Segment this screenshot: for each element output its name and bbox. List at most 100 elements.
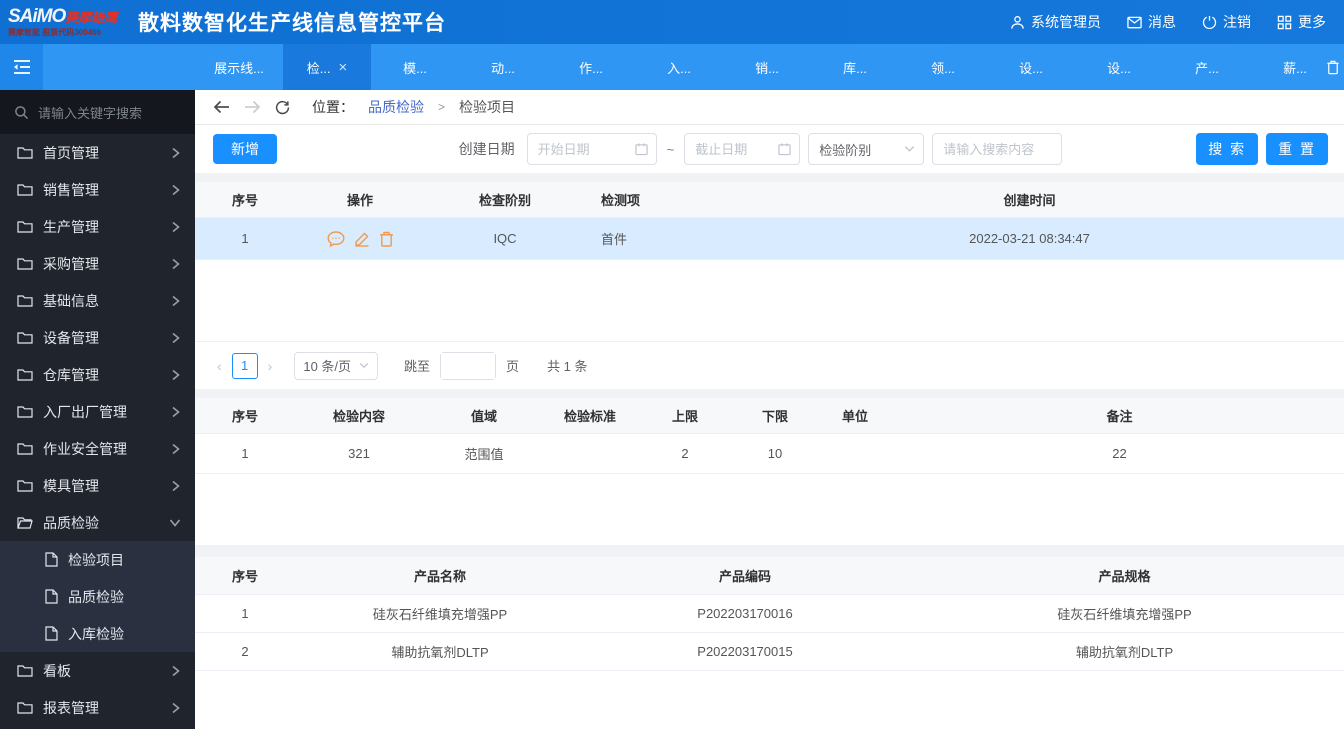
submenu-item-inspection-items[interactable]: 检验项目: [0, 541, 195, 578]
chevron-right-icon: [172, 295, 180, 306]
chevron-right-icon: [172, 406, 180, 417]
prev-page-button[interactable]: ‹: [217, 358, 222, 374]
col-remark: 备注: [895, 397, 1344, 434]
chevron-right-icon: [172, 258, 180, 269]
table-header-row: 序号 检验内容 值域 检验标准 上限 下限 单位 备注: [195, 397, 1344, 434]
add-button[interactable]: 新增: [213, 134, 277, 164]
sidebar-item-mold[interactable]: 模具管理: [0, 467, 195, 504]
tab-item[interactable]: 设...: [1075, 44, 1163, 90]
tab-item[interactable]: 作...: [547, 44, 635, 90]
sidebar-item-quality-inspection[interactable]: 品质检验: [0, 504, 195, 541]
page-size-select[interactable]: 10 条/页: [294, 351, 379, 380]
reset-button[interactable]: 重 置: [1266, 133, 1328, 165]
col-seq: 序号: [195, 181, 295, 218]
back-button[interactable]: [213, 100, 230, 114]
folder-icon: [17, 665, 33, 677]
folder-icon: [17, 702, 33, 714]
create-date-label: 创建日期: [458, 141, 515, 157]
sidebar-search[interactable]: 请输入关键字搜索: [0, 90, 195, 134]
sidebar-item-basic-info[interactable]: 基础信息: [0, 282, 195, 319]
cell-unit: [815, 433, 895, 474]
sidebar-item-purchase[interactable]: 采购管理: [0, 245, 195, 282]
cell-content: 321: [295, 433, 423, 474]
detail-comment-icon[interactable]: [326, 230, 345, 247]
tab-item[interactable]: 展示线...: [195, 44, 283, 90]
cell-seq: 1: [195, 433, 295, 474]
table-row[interactable]: 2 辅助抗氧剂DLTP P202203170015 辅助抗氧剂DLTP: [195, 632, 1344, 671]
refresh-icon: [275, 100, 290, 114]
tab-item[interactable]: 动...: [459, 44, 547, 90]
chevron-right-icon: [172, 332, 180, 343]
breadcrumb-separator: >: [438, 100, 446, 114]
messages-button[interactable]: 消息: [1127, 12, 1176, 32]
table-row[interactable]: 1 硅灰石纤维填充增强PP P202203170016 硅灰石纤维填充增强PP: [195, 594, 1344, 633]
sidebar-item-work-safety[interactable]: 作业安全管理: [0, 430, 195, 467]
tab-item[interactable]: 销...: [723, 44, 811, 90]
more-button[interactable]: 更多: [1277, 12, 1326, 32]
inspection-stage-select[interactable]: 检验阶别: [808, 133, 925, 165]
breadcrumb-parent-link[interactable]: 品质检验: [368, 97, 424, 117]
collapse-sidebar-button[interactable]: [0, 44, 43, 90]
tab-close-icon[interactable]: ×: [339, 60, 348, 75]
sidebar-item-production[interactable]: 生产管理: [0, 208, 195, 245]
filter-toolbar: 新增 创建日期 ~ 检验阶别: [195, 125, 1344, 173]
col-item: 检测项: [585, 181, 715, 218]
tab-item[interactable]: 库...: [811, 44, 899, 90]
products-table: 序号 产品名称 产品编码 产品规格 1 硅灰石纤维填充增强PP P2022031…: [195, 556, 1344, 671]
edit-icon[interactable]: [354, 231, 370, 247]
sidebar-item-sales[interactable]: 销售管理: [0, 171, 195, 208]
sidebar-item-equipment[interactable]: 设备管理: [0, 319, 195, 356]
close-all-tabs-button[interactable]: [1326, 44, 1340, 90]
sidebar-item-home[interactable]: 首页管理: [0, 134, 195, 171]
table-header-row: 序号 产品名称 产品编码 产品规格: [195, 556, 1344, 595]
forward-button[interactable]: [244, 100, 261, 114]
cell-product-name: 辅助抗氧剂DLTP: [295, 632, 585, 671]
next-page-button[interactable]: ›: [268, 358, 273, 374]
start-date-input[interactable]: [527, 134, 656, 164]
col-range-type: 值域: [423, 397, 545, 434]
cell-actions: [295, 217, 425, 260]
submenu-item-warehousing-inspection[interactable]: 入库检验: [0, 615, 195, 652]
sidebar-search-placeholder: 请输入关键字搜索: [38, 105, 143, 121]
logout-button[interactable]: 注销: [1202, 12, 1251, 32]
chevron-right-icon: [172, 221, 180, 232]
tab-item[interactable]: 领...: [899, 44, 987, 90]
sidebar-item-warehouse[interactable]: 仓库管理: [0, 356, 195, 393]
page-number-button[interactable]: 1: [231, 352, 258, 379]
sidebar-item-reports[interactable]: 报表管理: [0, 689, 195, 726]
tab-item[interactable]: 设...: [987, 44, 1075, 90]
keyword-search-input[interactable]: [933, 134, 1062, 164]
user-menu[interactable]: 系统管理员: [1010, 12, 1101, 32]
chevron-right-icon: [172, 480, 180, 491]
col-content: 检验内容: [295, 397, 423, 434]
jump-page-input[interactable]: [441, 352, 496, 379]
search-button[interactable]: 搜 索: [1196, 133, 1259, 165]
tab-item-active[interactable]: 检... ×: [283, 44, 371, 90]
mail-icon: [1127, 16, 1142, 28]
cell-seq: 1: [195, 217, 295, 260]
main-content: 位置： 品质检验 > 检验项目 新增 创建日期 ~: [195, 90, 1344, 729]
jump-page-field: [440, 351, 497, 380]
tab-item[interactable]: 入...: [635, 44, 723, 90]
sidebar: 请输入关键字搜索 首页管理 销售管理 生产管理 采购管理 基础信息 设备管理 仓…: [0, 90, 195, 729]
col-product-spec: 产品规格: [905, 556, 1344, 595]
cell-product-code: P202203170016: [585, 594, 905, 633]
file-icon: [45, 589, 58, 604]
tab-item[interactable]: 产...: [1163, 44, 1251, 90]
table-row[interactable]: 1 321 范围值 2 10 22: [195, 433, 1344, 474]
sidebar-item-gate-management[interactable]: 入厂出厂管理: [0, 393, 195, 430]
brand-logo-en: SAiMO: [8, 6, 66, 27]
folder-icon: [17, 147, 33, 159]
refresh-button[interactable]: [275, 100, 290, 115]
delete-icon[interactable]: [379, 231, 394, 247]
table-row-selected[interactable]: 1 IQC 首件 2022-03-21 08:34:47: [195, 217, 1344, 260]
file-icon: [45, 552, 58, 567]
submenu-item-quality-inspection[interactable]: 品质检验: [0, 578, 195, 615]
logout-icon: [1202, 15, 1217, 29]
folder-icon: [17, 406, 33, 418]
folder-icon: [17, 184, 33, 196]
logout-label: 注销: [1223, 14, 1251, 30]
sidebar-item-kanban[interactable]: 看板: [0, 652, 195, 689]
end-date-input[interactable]: [685, 134, 800, 164]
tab-item[interactable]: 模...: [371, 44, 459, 90]
